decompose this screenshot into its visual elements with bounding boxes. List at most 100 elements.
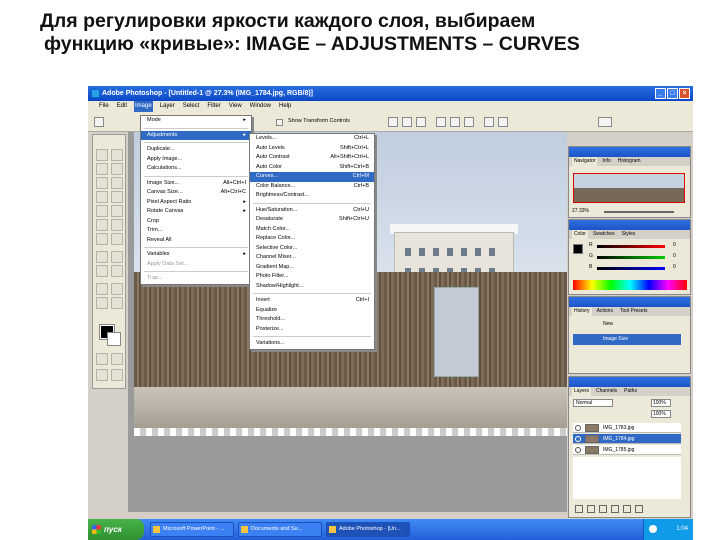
hand-tool-icon[interactable]	[96, 297, 108, 309]
adjust-menu-item-auto-contrast[interactable]: Auto Contrast Alt+Shift+Ctrl+L	[250, 153, 374, 163]
menu-filter[interactable]: Filter	[206, 101, 221, 112]
tab-histogram[interactable]: Histogram	[616, 157, 643, 166]
align-center-icon[interactable]	[450, 117, 460, 127]
blue-slider[interactable]	[597, 267, 665, 270]
align-top-icon[interactable]	[388, 117, 398, 127]
image-menu-item-crop[interactable]: Crop	[141, 217, 251, 227]
maximize-button[interactable]: □	[667, 88, 678, 99]
image-menu-item-pixel-aspect-ratio[interactable]: Pixel Aspect Ratio ▸	[141, 198, 251, 208]
image-menu-item-rotate-canvas[interactable]: Rotate Canvas ▸	[141, 207, 251, 217]
adjust-menu-item-match-color[interactable]: Match Color...	[250, 225, 374, 235]
navigator-thumbnail[interactable]	[573, 173, 685, 203]
new-fill-layer-icon[interactable]	[611, 505, 619, 513]
color-fg-swatch[interactable]	[573, 244, 583, 254]
tab-actions[interactable]: Actions	[595, 307, 615, 316]
layer-row-selected[interactable]: IMG_1784.jpg	[573, 434, 681, 444]
background-color-swatch[interactable]	[107, 332, 121, 346]
eraser-tool-icon[interactable]	[96, 219, 108, 231]
tab-navigator[interactable]: Navigator	[572, 157, 598, 166]
align-bottom-icon[interactable]	[416, 117, 426, 127]
image-menu-item-apply-data-set[interactable]: Apply Data Set...	[141, 260, 251, 270]
eye-icon[interactable]	[575, 447, 581, 453]
image-menu-item-trap[interactable]: Trap...	[141, 274, 251, 284]
opacity-field[interactable]: 100%	[651, 399, 671, 407]
channel-b-value[interactable]: 0	[673, 264, 676, 270]
adjust-menu-item-selective-color[interactable]: Selective Color...	[250, 244, 374, 254]
blend-mode-select[interactable]: Normal	[573, 399, 613, 407]
image-menu-item-trim[interactable]: Trim...	[141, 226, 251, 236]
gradient-tool-icon[interactable]	[111, 219, 123, 231]
zoom-tool-icon[interactable]	[111, 297, 123, 309]
image-menu-item-reveal-all[interactable]: Reveal All	[141, 236, 251, 246]
healing-brush-icon[interactable]	[96, 191, 108, 203]
align-right-icon[interactable]	[464, 117, 474, 127]
image-menu-item-apply-image[interactable]: Apply Image...	[141, 155, 251, 165]
start-button[interactable]: пуск	[88, 519, 144, 540]
image-menu-item-mode[interactable]: Mode ▸	[141, 116, 251, 126]
distribute-icon[interactable]	[484, 117, 494, 127]
menu-select[interactable]: Select	[182, 101, 201, 112]
tab-layers[interactable]: Layers	[572, 387, 592, 396]
tab-info[interactable]: Info	[600, 157, 612, 166]
eyedropper-icon[interactable]	[111, 283, 123, 295]
adjust-menu-item-variations[interactable]: Variations...	[250, 339, 374, 349]
tab-paths[interactable]: Paths	[622, 387, 639, 396]
crop-tool-icon[interactable]	[96, 177, 108, 189]
image-menu-item-adjustments[interactable]: Adjustments ▸	[141, 130, 251, 140]
menu-layer[interactable]: Layer	[159, 101, 176, 112]
adjust-menu-item-posterize[interactable]: Posterize...	[250, 325, 374, 335]
layer-style-icon[interactable]	[587, 505, 595, 513]
channel-r-value[interactable]: 0	[673, 242, 676, 248]
taskbar-button-powerpoint[interactable]: Microsoft PowerPoint - ...	[150, 522, 234, 537]
adjust-menu-item-curves[interactable]: Curves... Ctrl+M	[250, 172, 374, 182]
screen-mode-icon[interactable]	[96, 369, 108, 381]
green-slider[interactable]	[597, 256, 665, 259]
menu-file[interactable]: File	[98, 101, 110, 112]
adjust-menu-item-photo-filter[interactable]: Photo Filter...	[250, 272, 374, 282]
dodge-tool-icon[interactable]	[111, 233, 123, 245]
menu-edit[interactable]: Edit	[116, 101, 128, 112]
image-menu-item-image-size[interactable]: Image Size... Alt+Ctrl+I	[141, 179, 251, 189]
close-button[interactable]: ×	[679, 88, 690, 99]
red-slider[interactable]	[597, 245, 665, 248]
fill-field[interactable]: 100%	[651, 410, 671, 418]
adjust-menu-item-desaturate[interactable]: Desaturate Shift+Ctrl+U	[250, 215, 374, 225]
link-layers-icon[interactable]	[575, 505, 583, 513]
tab-styles[interactable]: Styles	[620, 230, 638, 239]
blur-tool-icon[interactable]	[96, 233, 108, 245]
adjust-menu-item-levels[interactable]: Levels... Ctrl+L	[250, 134, 374, 144]
quickmask-icon[interactable]	[96, 353, 108, 365]
eye-icon[interactable]	[575, 436, 581, 442]
adjust-menu-item-color-balance[interactable]: Color Balance... Ctrl+B	[250, 182, 374, 192]
adjust-menu-item-channel-mixer[interactable]: Channel Mixer...	[250, 253, 374, 263]
menu-image[interactable]: Image	[134, 101, 153, 112]
align-left-icon[interactable]	[436, 117, 446, 127]
menu-help[interactable]: Help	[278, 101, 292, 112]
file-browser-icon[interactable]	[598, 117, 612, 127]
distribute-2-icon[interactable]	[498, 117, 508, 127]
adjust-menu-item-auto-color[interactable]: Auto Color Shift+Ctrl+B	[250, 163, 374, 173]
adjust-menu-item-hue-saturation[interactable]: Hue/Saturation... Ctrl+U	[250, 206, 374, 216]
quickmask-2-icon[interactable]	[111, 353, 123, 365]
type-tool-icon[interactable]	[111, 251, 123, 263]
menu-view[interactable]: View	[228, 101, 243, 112]
history-brush-icon[interactable]	[111, 205, 123, 217]
adjust-menu-item-brightness-contrast[interactable]: Brightness/Contrast...	[250, 191, 374, 201]
shape-tool-icon[interactable]	[111, 265, 123, 277]
path-select-icon[interactable]	[96, 251, 108, 263]
adjust-menu-item-gradient-map[interactable]: Gradient Map...	[250, 263, 374, 273]
adjust-menu-item-equalize[interactable]: Equalize	[250, 306, 374, 316]
zoom-slider[interactable]	[604, 211, 674, 213]
transform-checkbox[interactable]	[276, 119, 283, 126]
adjust-menu-item-shadow-highlight[interactable]: Shadow/Highlight...	[250, 282, 374, 292]
zoom-value[interactable]: 27.33%	[572, 208, 589, 214]
layer-row[interactable]: IMG_1785.jpg	[573, 445, 681, 455]
image-menu-item-variables[interactable]: Variables ▸	[141, 250, 251, 260]
tab-color[interactable]: Color	[572, 230, 588, 239]
slice-tool-icon[interactable]	[111, 177, 123, 189]
magic-wand-icon[interactable]	[111, 163, 123, 175]
image-menu-item-duplicate[interactable]: Duplicate...	[141, 145, 251, 155]
notes-tool-icon[interactable]	[96, 283, 108, 295]
adjust-menu-item-threshold[interactable]: Threshold...	[250, 315, 374, 325]
clone-stamp-icon[interactable]	[96, 205, 108, 217]
